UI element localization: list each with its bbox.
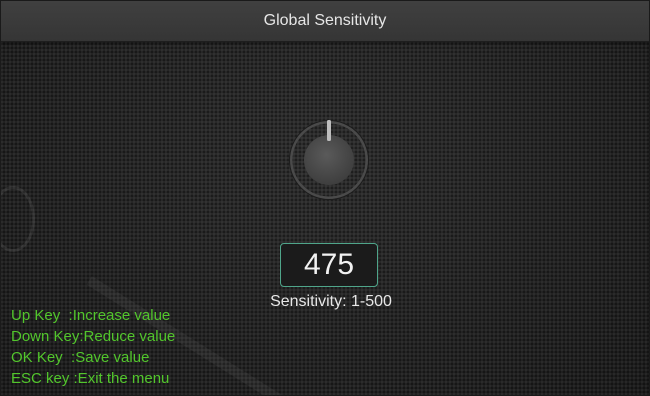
watermark-shape	[1, 186, 35, 252]
title-bar: Global Sensitivity	[1, 1, 649, 42]
sensitivity-value: 475	[303, 248, 355, 281]
power-knob-icon[interactable]	[287, 118, 371, 202]
help-down-key: Down Key:Reduce value	[11, 328, 176, 345]
key-help: Up Key :Increase value Down Key:Reduce v…	[11, 305, 271, 389]
help-up-key: Up Key :Increase value	[11, 307, 171, 324]
help-ok-key: OK Key :Save value	[11, 349, 150, 366]
help-esc-key: ESC key :Exit the menu	[11, 370, 170, 387]
page-title: Global Sensitivity	[263, 12, 387, 29]
sensitivity-value-box[interactable]: 475	[280, 243, 378, 287]
osd-screen: Global Sensitivity 475 Sensitivity: 1-50…	[0, 0, 650, 396]
